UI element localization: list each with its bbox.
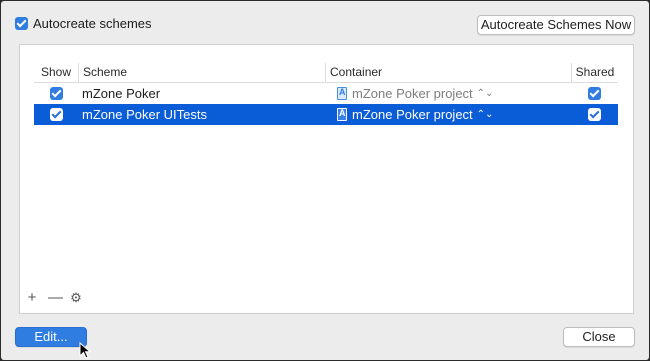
scheme-name: mZone Poker	[82, 86, 161, 101]
autocreate-now-button[interactable]: Autocreate Schemes Now	[477, 15, 635, 35]
autocreate-label: Autocreate schemes	[33, 16, 152, 31]
panel-controls: + — ⚙	[26, 289, 82, 306]
show-cell	[34, 104, 78, 125]
container-name: mZone Poker project	[352, 107, 473, 122]
schemes-panel: Show Scheme Container Shared mZone Poker…	[19, 44, 634, 314]
close-button[interactable]: Close	[563, 327, 635, 347]
show-checkbox[interactable]	[49, 108, 63, 121]
column-header-show[interactable]: Show	[34, 63, 78, 82]
top-bar: Autocreate schemes Autocreate Schemes No…	[15, 15, 635, 35]
project-file-icon	[337, 108, 347, 121]
edit-button[interactable]: Edit...	[15, 327, 87, 347]
shared-cell	[571, 83, 618, 104]
add-scheme-button[interactable]: +	[26, 289, 38, 306]
column-header-scheme[interactable]: Scheme	[78, 63, 325, 82]
show-checkbox[interactable]	[49, 87, 63, 100]
remove-scheme-button[interactable]: —	[48, 289, 63, 306]
scheme-name: mZone Poker UITests	[82, 107, 207, 122]
table-row[interactable]: mZone Poker mZone Poker project ⌃⌄	[34, 83, 618, 104]
table-header: Show Scheme Container Shared	[34, 63, 618, 83]
popup-chevron-icon: ⌃⌄	[476, 108, 494, 120]
mouse-pointer-icon	[79, 341, 92, 359]
shared-cell	[571, 104, 618, 125]
project-file-icon	[337, 87, 347, 100]
schemes-table: Show Scheme Container Shared mZone Poker…	[34, 63, 618, 125]
show-cell	[34, 83, 78, 104]
container-cell[interactable]: mZone Poker project ⌃⌄	[325, 104, 571, 125]
gear-icon[interactable]: ⚙	[70, 290, 82, 306]
autocreate-checkbox[interactable]	[15, 17, 28, 30]
container-cell[interactable]: mZone Poker project ⌃⌄	[325, 83, 571, 104]
column-header-container[interactable]: Container	[325, 63, 571, 82]
popup-chevron-icon: ⌃⌄	[476, 87, 494, 99]
table-row-selected[interactable]: mZone Poker UITests mZone Poker project …	[34, 104, 618, 125]
container-name: mZone Poker project	[352, 86, 473, 101]
column-header-shared[interactable]: Shared	[571, 63, 618, 82]
manage-schemes-dialog: Autocreate schemes Autocreate Schemes No…	[1, 1, 649, 360]
shared-checkbox[interactable]	[588, 108, 601, 121]
shared-checkbox[interactable]	[588, 87, 601, 100]
